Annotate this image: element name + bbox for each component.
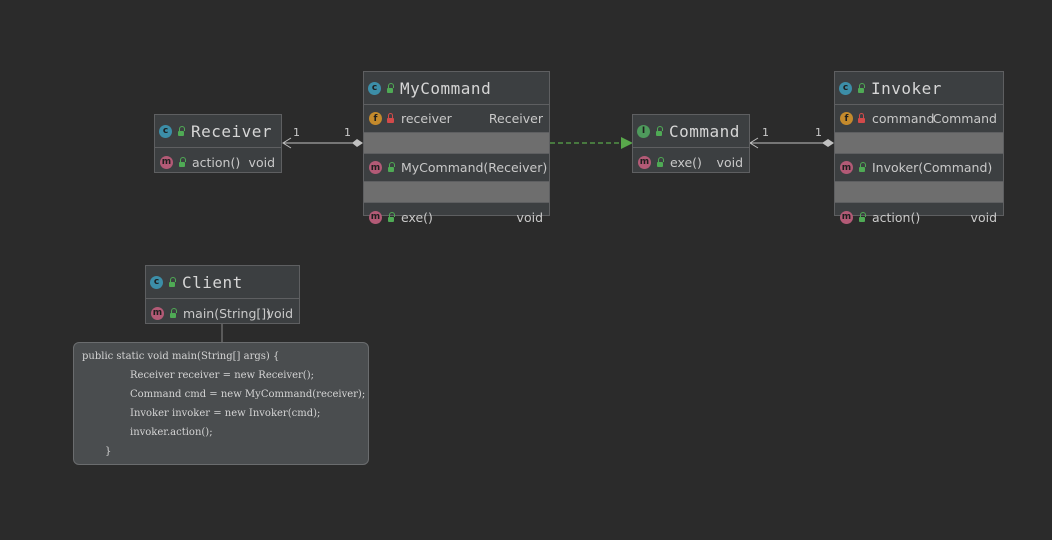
method-row[interactable]: m action() void [155, 148, 281, 176]
class-receiver[interactable]: c Receiver m action() void [154, 114, 282, 173]
method-icon: m [160, 155, 173, 169]
method-name: exe() [670, 154, 702, 170]
field-icon: f [840, 112, 853, 125]
public-lock-icon [654, 125, 663, 136]
multiplicity-receiver-end: 1 [293, 126, 300, 139]
method-type: void [266, 305, 293, 321]
method-type: void [248, 154, 275, 170]
method-name: exe() [401, 209, 433, 225]
class-icon: c [150, 275, 163, 289]
field-row[interactable]: f command Command [835, 105, 1003, 133]
note-line: } [105, 446, 112, 457]
constructor-row[interactable]: m MyCommand(Receiver) [364, 154, 549, 182]
method-icon: m [369, 161, 382, 174]
method-row[interactable]: m exe() void [633, 148, 749, 176]
public-lock-icon [177, 156, 186, 167]
interface-command[interactable]: I Command m exe() void [632, 114, 750, 173]
class-header: c MyCommand [364, 72, 549, 105]
class-header: c Receiver [155, 115, 281, 148]
multiplicity-command-end: 1 [762, 126, 769, 139]
public-lock-icon [385, 82, 394, 93]
public-lock-icon [168, 307, 177, 318]
class-name: Client [182, 272, 243, 292]
note-line: Command cmd = new MyCommand(receiver); [130, 389, 366, 400]
field-name: receiver [401, 111, 452, 126]
method-type: void [516, 209, 543, 225]
note-line: Receiver receiver = new Receiver(); [130, 370, 314, 381]
class-icon: c [368, 81, 381, 95]
field-name: command [872, 111, 935, 126]
constructor-name: MyCommand(Receiver) [401, 160, 548, 175]
section-separator [364, 133, 549, 154]
method-icon: m [840, 210, 853, 224]
public-lock-icon [856, 82, 865, 93]
section-separator [835, 182, 1003, 203]
abstract-method-icon: m [638, 155, 651, 169]
multiplicity-mycommand-end: 1 [344, 126, 351, 139]
method-row[interactable]: m exe() void [364, 203, 549, 231]
method-row[interactable]: m action() void [835, 203, 1003, 231]
class-icon: c [839, 81, 852, 95]
note-line: public static void main(String[] args) { [82, 351, 280, 362]
public-lock-icon [857, 211, 866, 222]
method-type: void [716, 154, 743, 170]
method-name: action() [192, 154, 241, 170]
public-lock-icon [857, 162, 866, 172]
method-icon: m [369, 210, 382, 224]
class-name: Command [669, 121, 740, 141]
section-separator [364, 182, 549, 203]
field-row[interactable]: f receiver Receiver [364, 105, 549, 133]
public-lock-icon [655, 156, 664, 167]
class-header: I Command [633, 115, 749, 148]
constructor-row[interactable]: m Invoker(Command) [835, 154, 1003, 182]
code-note[interactable]: public static void main(String[] args) {… [73, 342, 369, 465]
field-icon: f [369, 112, 382, 125]
static-method-icon: m [151, 306, 164, 320]
class-invoker[interactable]: c Invoker f command Command m Invoker(Co… [834, 71, 1004, 225]
aggregation-diamond-mycommand [352, 139, 363, 147]
field-type: Command [932, 111, 997, 126]
class-name: MyCommand [400, 78, 492, 98]
public-lock-icon [386, 162, 395, 172]
class-icon: c [159, 124, 172, 138]
method-name: main(String[]) [183, 305, 272, 321]
field-type: Receiver [488, 111, 543, 126]
method-name: action() [872, 209, 921, 225]
interface-icon: I [637, 124, 650, 138]
private-lock-icon [386, 113, 395, 123]
method-row[interactable]: m main(String[]) void [146, 299, 299, 327]
private-lock-icon [857, 113, 866, 123]
method-icon: m [840, 161, 853, 174]
note-line: Invoker invoker = new Invoker(cmd); [130, 408, 321, 419]
section-separator [835, 133, 1003, 154]
aggregation-diamond-invoker [822, 139, 834, 147]
class-mycommand[interactable]: c MyCommand f receiver Receiver m MyComm… [363, 71, 550, 225]
note-line: invoker.action(); [130, 427, 213, 438]
class-header: c Client [146, 266, 299, 299]
public-lock-icon [386, 211, 395, 222]
class-name: Invoker [871, 78, 942, 98]
public-lock-icon [176, 125, 185, 136]
method-type: void [970, 209, 997, 225]
public-lock-icon [167, 276, 176, 287]
constructor-name: Invoker(Command) [872, 160, 993, 175]
class-client[interactable]: c Client m main(String[]) void [145, 265, 300, 324]
class-name: Receiver [191, 121, 273, 141]
multiplicity-invoker-end: 1 [815, 126, 822, 139]
class-header: c Invoker [835, 72, 1003, 105]
